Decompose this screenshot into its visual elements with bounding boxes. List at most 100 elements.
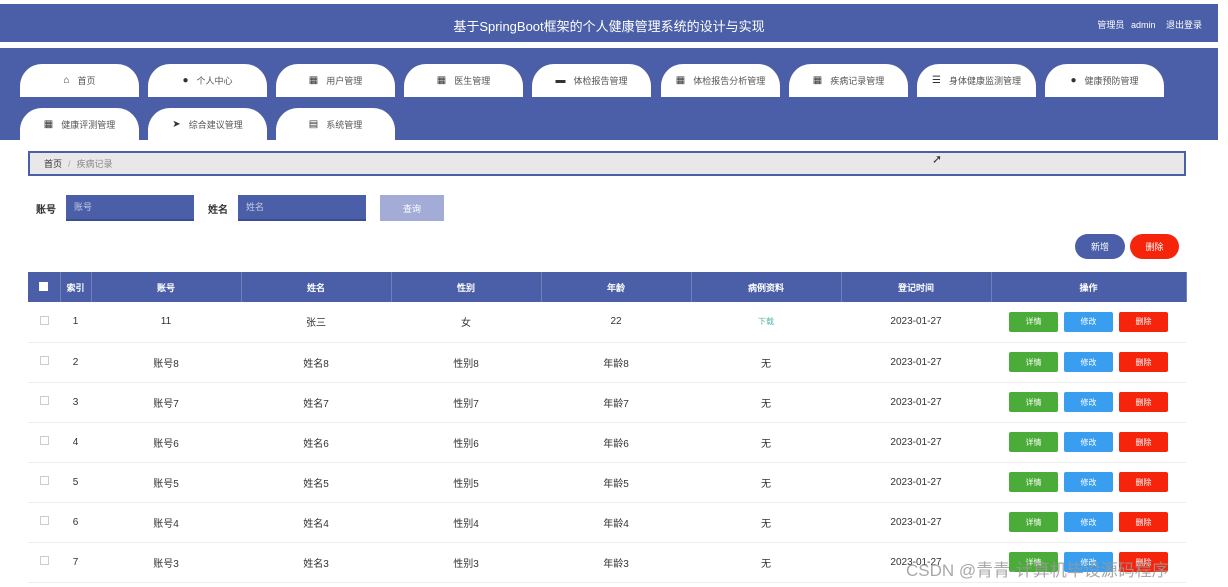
account-input[interactable] <box>66 195 194 221</box>
nav-tab[interactable]: ☰ 身体健康监测管理 <box>917 64 1036 97</box>
delete-button[interactable]: 删除 <box>1119 311 1168 332</box>
briefcase-icon: ▬ <box>555 75 566 86</box>
name-label: 姓名 <box>208 204 228 216</box>
detail-button[interactable]: 详情 <box>1009 311 1058 332</box>
table-row: 1 11 张三女 22 下载 2023-01-27 详情 修改 删除 <box>28 302 1186 343</box>
row-checkbox[interactable] <box>39 356 49 365</box>
cell-actions: 详情 修改 删除 <box>991 382 1186 423</box>
header-record: 病例资料 <box>691 272 842 302</box>
edit-button[interactable]: 修改 <box>1064 512 1113 532</box>
edit-button[interactable]: 修改 <box>1064 352 1113 372</box>
delete-button[interactable]: 删除 <box>1119 512 1168 532</box>
nav-tab[interactable]: ● 个人中心 <box>148 64 267 97</box>
breadcrumb-home[interactable]: 首页 <box>44 157 62 170</box>
nav-tab-label: 医生管理 <box>454 76 491 86</box>
table-row: 2 账号8 姓名8 性别8 年龄8 无 2023-01-27 详情 修改 删除 <box>28 342 1186 383</box>
detail-button[interactable]: 详情 <box>1009 392 1058 412</box>
cell-actions: 详情 修改 删除 <box>991 462 1186 503</box>
nav-tab[interactable]: ● 健康预防管理 <box>1045 64 1164 97</box>
send-icon: ➤ <box>172 119 181 130</box>
delete-button[interactable]: 删除 <box>1119 472 1168 492</box>
select-all-cell[interactable] <box>28 272 61 302</box>
detail-button[interactable]: 详情 <box>1009 512 1058 532</box>
edit-button[interactable]: 修改 <box>1064 472 1113 492</box>
batch-delete-button[interactable]: 删除 <box>1130 234 1179 259</box>
cell-age: 年龄8 <box>541 342 691 383</box>
row-checkbox[interactable] <box>39 315 49 325</box>
cell-age: 年龄4 <box>541 502 691 543</box>
detail-button[interactable]: 详情 <box>1009 352 1058 372</box>
cell-date: 2023-01-27 <box>841 302 991 343</box>
grid-icon: ▦ <box>43 119 54 130</box>
account-label: 账号 <box>36 204 56 216</box>
nav-tab[interactable]: ▦ 用户管理 <box>276 64 395 97</box>
nav-tab[interactable]: ⌂ 首页 <box>20 64 139 97</box>
nav-tab[interactable]: ➤ 综合建议管理 <box>148 108 267 141</box>
edit-button[interactable]: 修改 <box>1064 311 1113 332</box>
nav-tab[interactable]: ▦ 健康评测管理 <box>20 108 139 141</box>
nav-tab-label: 健康评测管理 <box>61 120 116 130</box>
detail-button[interactable]: 详情 <box>1009 472 1058 492</box>
name-input[interactable] <box>238 195 366 221</box>
row-select-cell[interactable] <box>28 502 60 543</box>
row-select-cell[interactable] <box>28 382 60 423</box>
delete-button[interactable]: 删除 <box>1119 392 1168 412</box>
grid-icon: ▦ <box>436 75 447 86</box>
cell-account: 11 <box>91 302 241 343</box>
cell-age: 年龄6 <box>541 422 691 463</box>
delete-button[interactable]: 删除 <box>1119 432 1168 452</box>
row-checkbox[interactable] <box>39 556 49 565</box>
row-checkbox[interactable] <box>39 436 49 445</box>
cell-index: 4 <box>60 422 91 463</box>
row-checkbox[interactable] <box>39 516 49 525</box>
logout-link[interactable]: 退出登录 <box>1166 20 1202 30</box>
select-all-checkbox[interactable] <box>39 281 49 291</box>
nav-tab[interactable]: ▦ 医生管理 <box>404 64 523 97</box>
detail-button[interactable]: 详情 <box>1009 432 1058 452</box>
app-title: 基于SpringBoot框架的个人健康管理系统的设计与实现 <box>453 19 765 34</box>
cell-index: 1 <box>60 302 91 343</box>
header-gender: 性别 <box>391 272 542 302</box>
header-date: 登记时间 <box>841 272 992 302</box>
grid-icon: ▦ <box>308 75 319 86</box>
row-select-cell[interactable] <box>28 462 60 503</box>
nav-tab[interactable]: ▦ 体检报告分析管理 <box>661 64 780 97</box>
record-value: 无 <box>761 358 771 370</box>
table-row: 3 账号7 姓名7 性别7 年龄7 无 2023-01-27 详情 修改 删除 <box>28 382 1186 423</box>
cell-index: 5 <box>60 462 91 503</box>
header-actions: 操作 <box>991 272 1187 302</box>
cell-record: 无 <box>691 342 841 383</box>
nav-tab[interactable]: ▤ 系统管理 <box>276 108 395 141</box>
edit-button[interactable]: 修改 <box>1064 392 1113 412</box>
cell-gender: 性别5 <box>391 462 541 503</box>
cell-record: 无 <box>691 502 841 543</box>
delete-button[interactable]: 删除 <box>1119 352 1168 372</box>
cell-record: 无 <box>691 542 841 583</box>
cell-index: 7 <box>60 542 91 583</box>
nav-tab[interactable]: ▦ 疾病记录管理 <box>789 64 908 97</box>
add-button[interactable]: 新增 <box>1075 234 1125 259</box>
table-row: 6 账号4 姓名4 性别4 年龄4 无 2023-01-27 详情 修改 删除 <box>28 502 1186 543</box>
cell-actions: 详情 修改 删除 <box>991 502 1186 543</box>
header-account: 账号 <box>91 272 242 302</box>
row-select-cell[interactable] <box>28 342 60 383</box>
row-checkbox[interactable] <box>39 476 49 485</box>
cell-name: 姓名4 <box>241 502 391 543</box>
cell-date: 2023-01-27 <box>841 462 991 503</box>
download-link[interactable]: 下载 <box>758 317 774 326</box>
cell-gender: 性别8 <box>391 342 541 383</box>
row-select-cell[interactable] <box>28 302 60 343</box>
cell-index: 6 <box>60 502 91 543</box>
table-header-row: 索引 账号 姓名 性别 年龄 病例资料 登记时间 操作 <box>28 272 1187 302</box>
cell-age: 年龄3 <box>541 542 691 583</box>
nav-tab[interactable]: ▬ 体检报告管理 <box>532 64 651 97</box>
row-select-cell[interactable] <box>28 542 60 583</box>
cell-account: 账号4 <box>91 502 241 543</box>
query-button[interactable]: 查询 <box>380 195 444 221</box>
edit-button[interactable]: 修改 <box>1064 432 1113 452</box>
row-checkbox[interactable] <box>39 396 49 405</box>
cell-name: 姓名7 <box>241 382 391 423</box>
person-icon: ● <box>1070 75 1077 86</box>
row-select-cell[interactable] <box>28 422 60 463</box>
search-bar: 账号 姓名 查询 <box>36 195 444 221</box>
